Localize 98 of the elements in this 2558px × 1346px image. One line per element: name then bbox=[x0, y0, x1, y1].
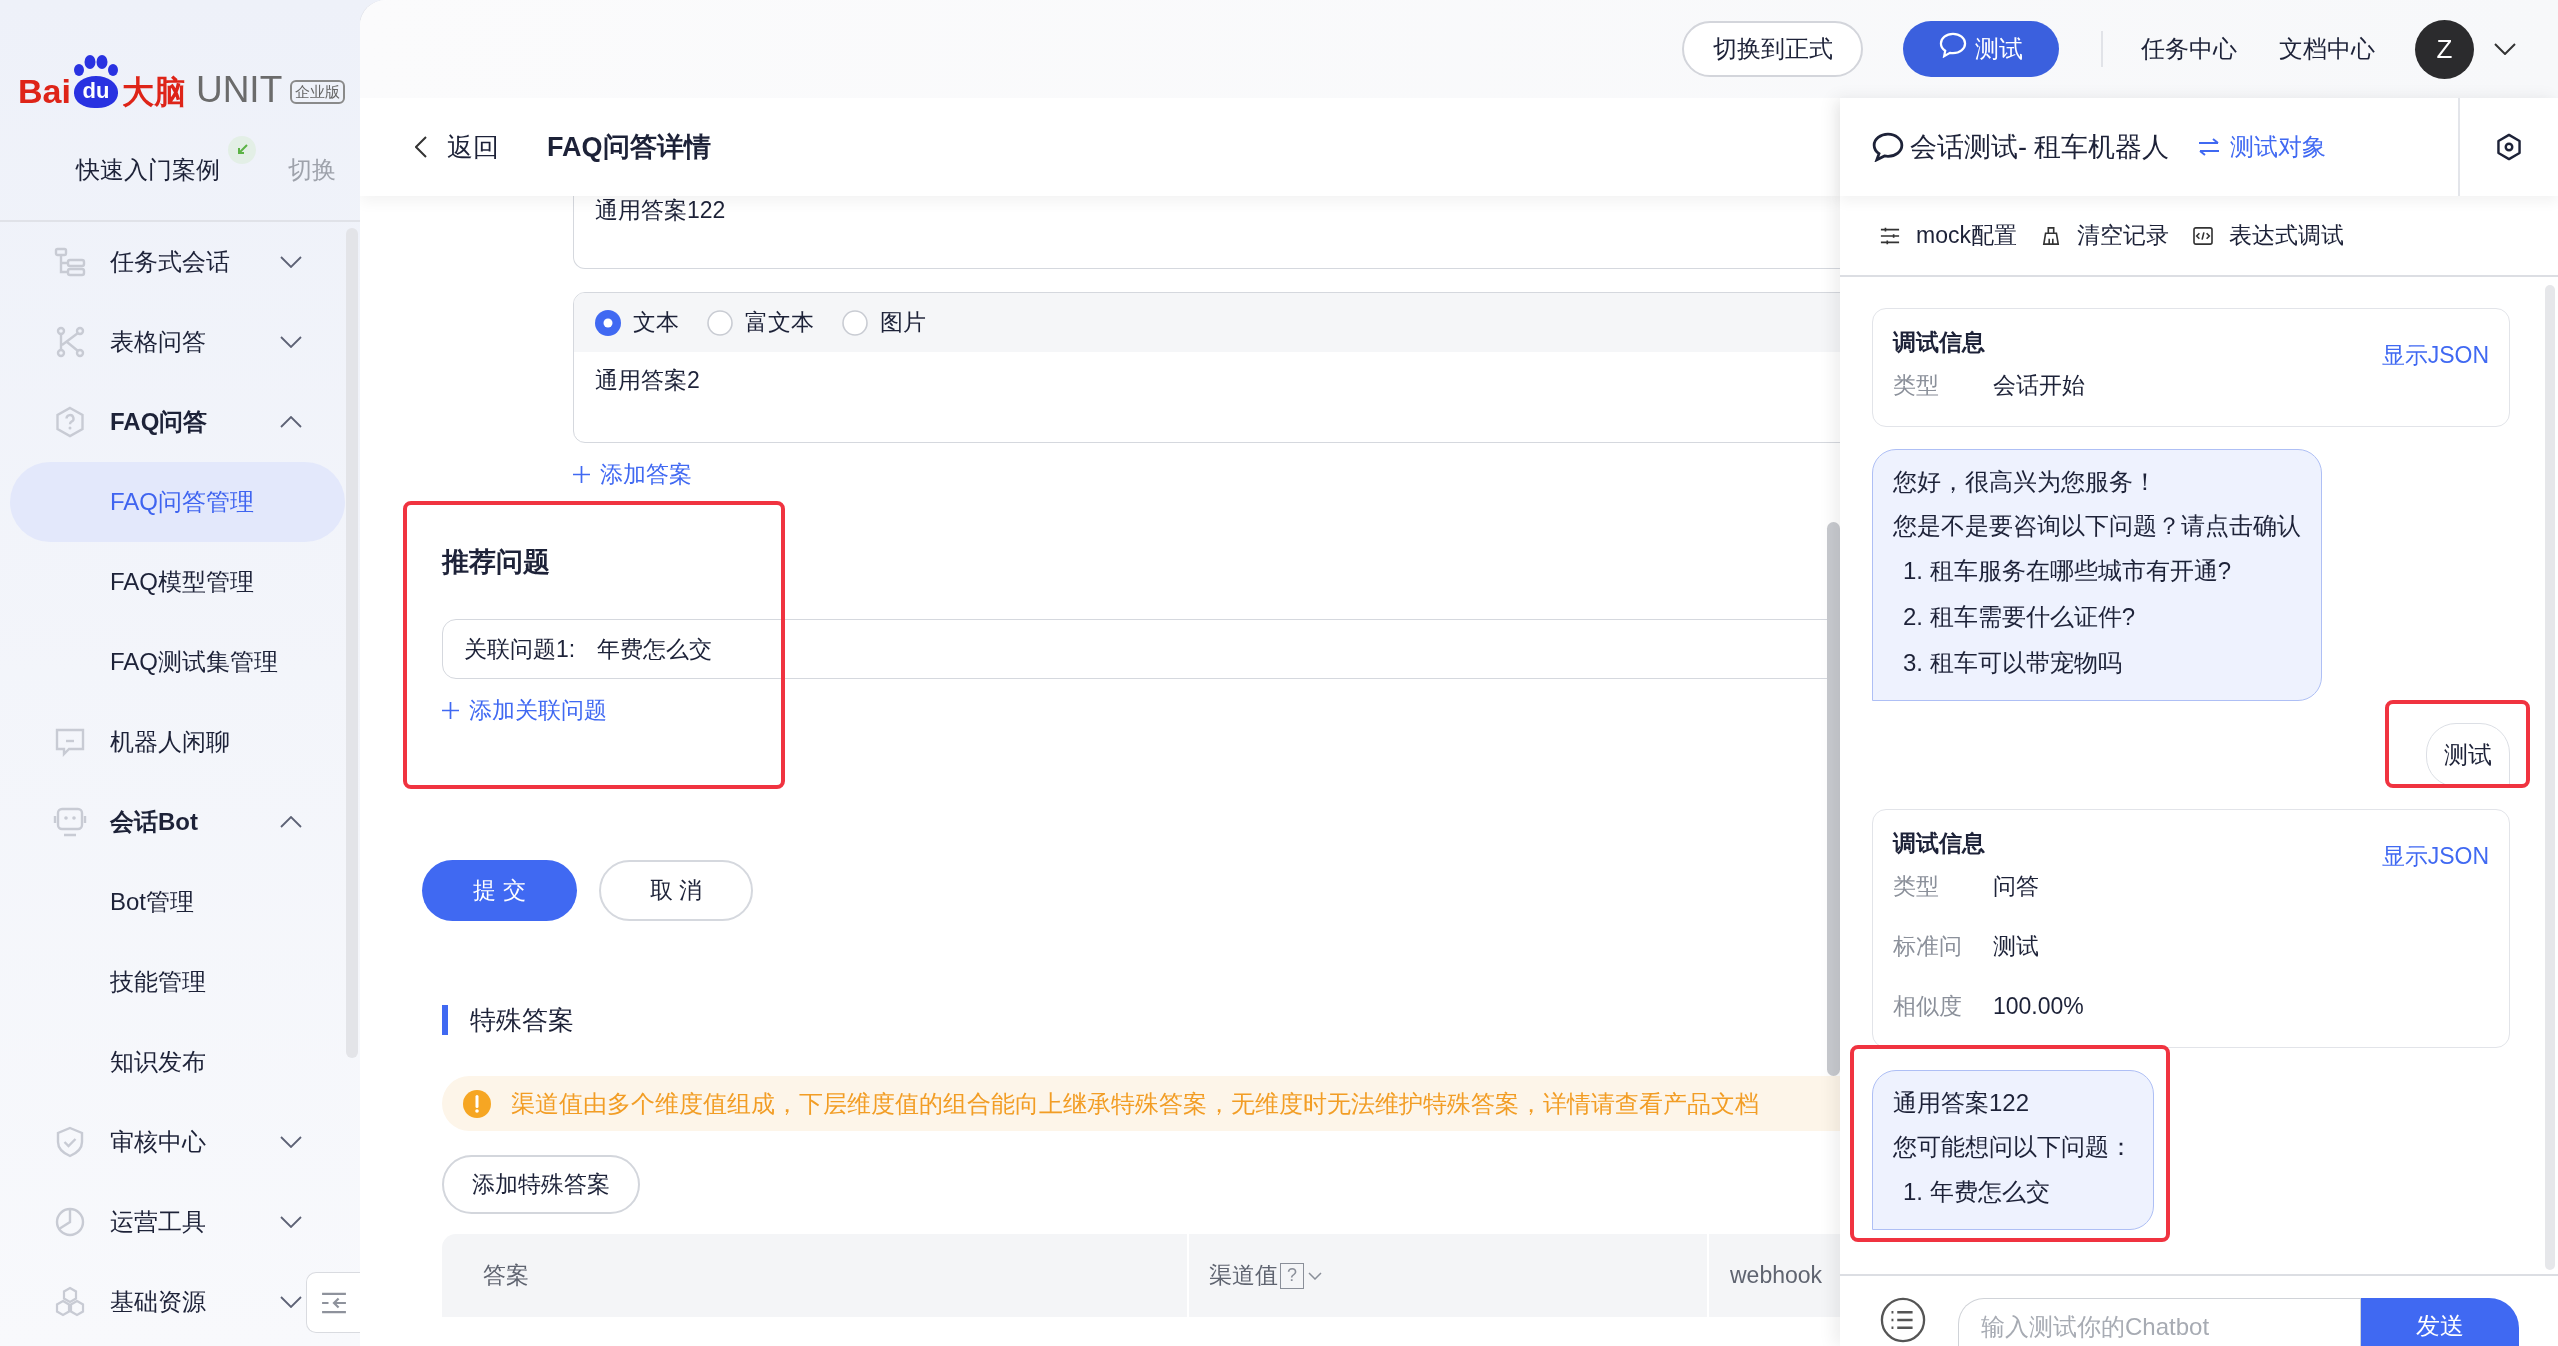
send-button[interactable]: 发送 bbox=[2361, 1298, 2519, 1346]
switch-target-link[interactable]: 测试对象 bbox=[2197, 131, 2326, 163]
show-json-link[interactable]: 显示JSON bbox=[2381, 836, 2489, 876]
page-title: FAQ问答详情 bbox=[547, 131, 711, 164]
suggested-question[interactable]: 1. 年费怎么交 bbox=[1893, 1169, 2133, 1215]
code-icon bbox=[2192, 226, 2213, 245]
menu-item[interactable]: 审核中心 bbox=[0, 1102, 304, 1182]
notice-text: 渠道值由多个维度值组成，下层维度值的组合能向上继承特殊答案，无维度时无法维护特殊答案，详情请查看产品文档 bbox=[511, 1088, 1759, 1119]
field-value: 测试 bbox=[1993, 932, 2039, 961]
collapse-icon bbox=[319, 1291, 348, 1314]
menu-item[interactable]: 基础资源 bbox=[0, 1262, 304, 1342]
question-value: 年费怎么交 bbox=[597, 634, 713, 664]
section-title: 推荐问题 bbox=[442, 546, 551, 579]
section-title: 特殊答案 bbox=[470, 1004, 574, 1037]
scrollbar-thumb[interactable] bbox=[2545, 285, 2555, 1270]
submenu-item[interactable]: 知识发布 bbox=[10, 1022, 345, 1102]
pie-chart-icon bbox=[53, 1206, 87, 1238]
menu-item[interactable]: FAQ问答 bbox=[0, 382, 304, 462]
settings-icon[interactable] bbox=[2495, 133, 2523, 161]
add-special-button[interactable]: 添加特殊答案 bbox=[442, 1155, 640, 1214]
menu-item[interactable]: 会话Bot bbox=[0, 782, 304, 862]
accent-bar bbox=[442, 1005, 448, 1035]
hexagon-question-icon bbox=[53, 406, 87, 438]
add-question-link[interactable]: 添加关联问题 bbox=[442, 695, 607, 725]
chat-icon bbox=[1872, 132, 1904, 162]
arrow-badge-icon bbox=[228, 136, 256, 164]
submenu-item[interactable]: FAQ模型管理 bbox=[10, 542, 345, 622]
sliders-icon bbox=[1880, 226, 1900, 245]
avatar[interactable]: Z bbox=[2415, 19, 2474, 79]
collapse-button[interactable] bbox=[306, 1272, 360, 1333]
chevron-left-icon bbox=[415, 136, 427, 158]
back-button[interactable]: 返回 bbox=[415, 129, 499, 165]
panel-title: 会话测试- 租车机器人 bbox=[1910, 131, 2170, 164]
column-title: 答案 bbox=[483, 1261, 529, 1290]
broom-icon bbox=[2040, 226, 2061, 245]
hexagons-icon bbox=[53, 1286, 87, 1318]
swap-icon bbox=[2197, 138, 2220, 156]
plus-icon bbox=[442, 701, 459, 719]
answer-input[interactable]: 通用答案122 bbox=[574, 196, 1840, 224]
plus-icon bbox=[573, 465, 590, 483]
add-answer-link[interactable]: 添加答案 bbox=[573, 459, 692, 489]
list-icon[interactable] bbox=[1880, 1297, 1926, 1343]
field-label: 相似度 bbox=[1893, 992, 1963, 1021]
mode-switch-button[interactable]: 切换到正式 bbox=[1682, 21, 1863, 77]
edition-badge: 企业版 bbox=[290, 80, 346, 104]
type-radio[interactable]: 图片 bbox=[842, 307, 926, 338]
warning-icon bbox=[463, 1089, 491, 1118]
suggested-question[interactable]: 3. 租车可以带宠物吗 bbox=[1893, 640, 2301, 686]
debug-title: 调试信息 bbox=[1893, 829, 1986, 858]
menu-item[interactable]: 任务式会话 bbox=[0, 222, 304, 302]
user-message: 测试 bbox=[2426, 723, 2510, 787]
suggested-question[interactable]: 2. 租车需要什么证件? bbox=[1893, 594, 2301, 640]
logo-mark: du bbox=[73, 76, 118, 108]
nav-link[interactable]: 任务中心 bbox=[2141, 33, 2237, 65]
message-text: 您是不是要咨询以下问题？请点击确认 bbox=[1893, 511, 2301, 541]
chat-icon bbox=[1939, 32, 1967, 58]
field-label: 类型 bbox=[1893, 872, 1940, 901]
logo-text: 大脑 bbox=[121, 76, 186, 108]
robot-icon bbox=[53, 806, 87, 838]
column-title: 渠道值 bbox=[1209, 1261, 1278, 1290]
field-label: 标准问 bbox=[1893, 932, 1963, 961]
caret-icon[interactable] bbox=[2494, 43, 2516, 55]
submenu-item[interactable]: FAQ测试集管理 bbox=[10, 622, 345, 702]
debug-title: 调试信息 bbox=[1893, 328, 1986, 357]
field-value: 100.00% bbox=[1993, 992, 2084, 1021]
toolbar-button[interactable]: 表达式调试 bbox=[2192, 220, 2344, 251]
field-value: 问答 bbox=[1993, 872, 2039, 901]
show-json-link[interactable]: 显示JSON bbox=[2381, 335, 2489, 375]
submit-button[interactable]: 提 交 bbox=[422, 860, 577, 921]
project-name: 快速入门案例 bbox=[76, 155, 220, 185]
submenu-item[interactable]: FAQ问答管理 bbox=[10, 462, 345, 542]
submenu-item[interactable]: Bot管理 bbox=[10, 862, 345, 942]
field-value: 会话开始 bbox=[1993, 371, 2085, 400]
suggested-question[interactable]: 1. 租车服务在哪些城市有开通? bbox=[1893, 548, 2301, 594]
test-button[interactable]: 测试 bbox=[1903, 21, 2059, 77]
type-radio[interactable]: 文本 bbox=[595, 307, 679, 338]
question-label: 关联问题1: bbox=[464, 634, 576, 664]
column-title: webhook bbox=[1730, 1262, 1823, 1289]
message-text: 您好，很高兴为您服务！ bbox=[1893, 467, 2158, 497]
toolbar-button[interactable]: 清空记录 bbox=[2040, 220, 2169, 251]
message-text: 您可能想问以下问题： bbox=[1893, 1132, 2133, 1162]
toolbar-button[interactable]: mock配置 bbox=[1880, 220, 2017, 251]
tree-icon bbox=[53, 246, 87, 278]
logo-text: UNIT bbox=[195, 71, 283, 108]
submenu-item[interactable]: 技能管理 bbox=[10, 942, 345, 1022]
type-radio[interactable]: 富文本 bbox=[707, 307, 814, 338]
chat-icon bbox=[53, 726, 87, 758]
menu-item[interactable]: 表格问答 bbox=[0, 302, 304, 382]
menu-item[interactable]: 运营工具 bbox=[0, 1182, 304, 1262]
message-text: 通用答案122 bbox=[1893, 1088, 2031, 1118]
paw-toes-icon bbox=[72, 55, 119, 79]
nav-link[interactable]: 文档中心 bbox=[2279, 33, 2375, 65]
cancel-button[interactable]: 取 消 bbox=[599, 860, 753, 921]
scrollbar-thumb[interactable] bbox=[1827, 522, 1840, 1076]
answer-input[interactable]: 通用答案2 bbox=[574, 352, 1840, 442]
logo-text: Bai bbox=[18, 74, 71, 108]
field-label: 类型 bbox=[1893, 371, 1940, 400]
menu-item[interactable]: 机器人闲聊 bbox=[0, 702, 304, 782]
